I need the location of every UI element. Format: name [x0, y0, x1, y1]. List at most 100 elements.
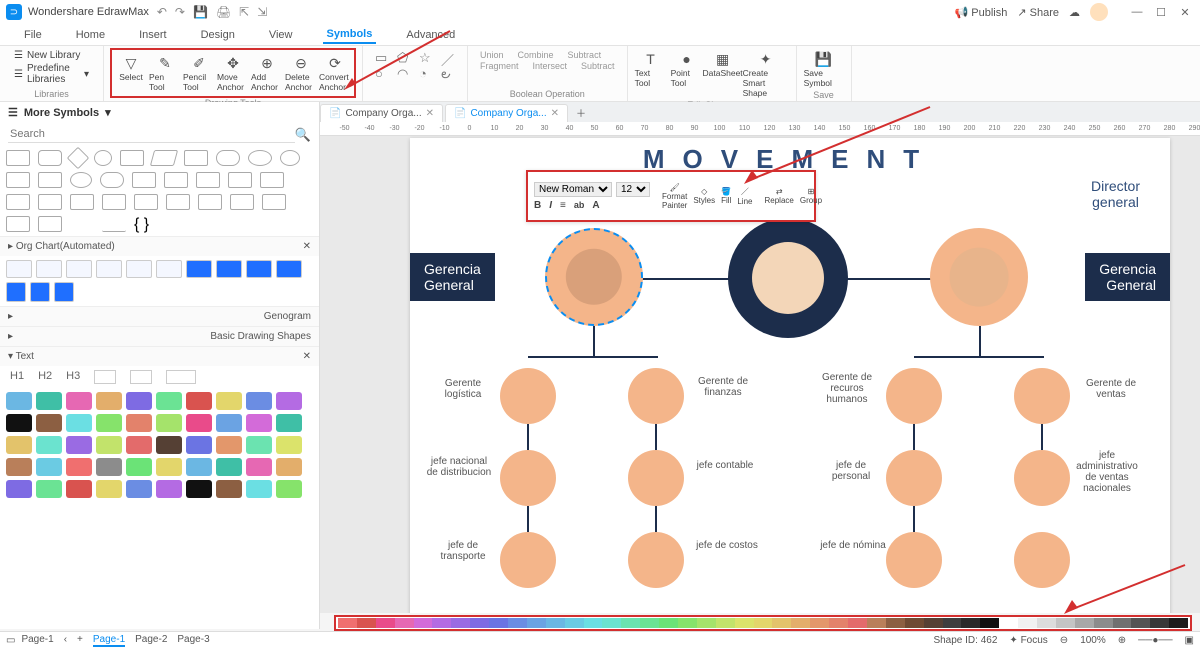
shape-thumb[interactable]: [70, 172, 92, 188]
badge-thumb[interactable]: [216, 414, 242, 432]
status-page-1[interactable]: Page-1: [21, 634, 53, 647]
doc-tab-1[interactable]: 📄 Company Orga... ✕: [320, 104, 443, 122]
close-button[interactable]: ✕: [1176, 6, 1194, 19]
org-thumb[interactable]: [96, 260, 122, 278]
color-swatch[interactable]: [451, 618, 470, 628]
color-swatch[interactable]: [810, 618, 829, 628]
text-tool-button[interactable]: TText Tool: [634, 48, 668, 100]
badge-thumb[interactable]: [186, 436, 212, 454]
org-thumb[interactable]: [126, 260, 152, 278]
shape-thumb[interactable]: [198, 194, 222, 210]
h3-tag[interactable]: H3: [66, 370, 80, 384]
shape-thumb[interactable]: [38, 194, 62, 210]
org-node[interactable]: [1014, 532, 1070, 588]
badge-thumb[interactable]: [36, 480, 62, 498]
color-swatch[interactable]: [716, 618, 735, 628]
badge-thumb[interactable]: [96, 480, 122, 498]
search-icon[interactable]: 🔍: [295, 127, 311, 143]
page-tab-1[interactable]: Page-1: [93, 634, 125, 647]
shape-pentagon-icon[interactable]: ⬠: [397, 50, 411, 64]
save-symbol-button[interactable]: 💾Save Symbol: [803, 48, 845, 90]
shape-thumb[interactable]: [164, 172, 188, 188]
org-node[interactable]: [1014, 368, 1070, 424]
shape-thumb[interactable]: [6, 150, 30, 166]
badge-thumb[interactable]: [96, 458, 122, 476]
color-swatch[interactable]: [659, 618, 678, 628]
format-painter-button[interactable]: 🖌Format Painter: [662, 183, 687, 210]
share-qa-icon[interactable]: ⇲: [257, 5, 267, 19]
italic-button[interactable]: I: [549, 200, 552, 211]
shape-thumb[interactable]: [216, 150, 240, 166]
badge-thumb[interactable]: [96, 414, 122, 432]
color-swatch[interactable]: [829, 618, 848, 628]
focus-toggle[interactable]: ✦ Focus: [1009, 635, 1047, 646]
color-swatch[interactable]: [565, 618, 584, 628]
badge-thumb[interactable]: [276, 414, 302, 432]
badge-thumb[interactable]: [66, 436, 92, 454]
badge-thumb[interactable]: [276, 458, 302, 476]
org-node-director[interactable]: [728, 218, 848, 338]
color-swatch[interactable]: [772, 618, 791, 628]
color-swatch[interactable]: [754, 618, 773, 628]
shape-circle-icon[interactable]: ○: [375, 66, 389, 80]
more-symbols-header[interactable]: ☰ More Symbols ▾: [0, 102, 319, 123]
badge-thumb[interactable]: [126, 392, 152, 410]
shape-pie-icon[interactable]: ◔: [419, 66, 433, 80]
badge-thumb[interactable]: [186, 392, 212, 410]
badge-thumb[interactable]: [216, 480, 242, 498]
replace-button[interactable]: ⇄Replace: [764, 187, 793, 205]
textcase-button[interactable]: ab: [574, 200, 585, 211]
shape-thumb[interactable]: [280, 150, 300, 166]
redo-icon[interactable]: ↷: [175, 5, 185, 19]
badge-thumb[interactable]: [246, 392, 272, 410]
status-prev-page[interactable]: ‹: [64, 634, 67, 647]
badge-thumb[interactable]: [216, 436, 242, 454]
badge-thumb[interactable]: [186, 414, 212, 432]
org-node[interactable]: [886, 368, 942, 424]
fragment-button[interactable]: Fragment: [480, 61, 519, 71]
shape-thumb[interactable]: [6, 194, 30, 210]
badge-thumb[interactable]: [6, 458, 32, 476]
line-button[interactable]: ／Line: [737, 186, 752, 206]
color-swatch[interactable]: [905, 618, 924, 628]
shape-thumb[interactable]: [120, 150, 144, 166]
user-avatar[interactable]: [1090, 3, 1108, 21]
shape-thumb[interactable]: [262, 194, 286, 210]
badge-thumb[interactable]: [246, 458, 272, 476]
badge-thumb[interactable]: [276, 436, 302, 454]
badge-thumb[interactable]: [156, 392, 182, 410]
shape-thumb[interactable]: [70, 216, 94, 232]
shape-rect-icon[interactable]: ▭: [375, 50, 389, 64]
section-basic-shapes[interactable]: ▸ Basic Drawing Shapes: [0, 326, 319, 346]
badge-thumb[interactable]: [156, 458, 182, 476]
shape-thumb[interactable]: [38, 150, 62, 166]
color-swatch[interactable]: [546, 618, 565, 628]
menu-file[interactable]: File: [20, 27, 46, 43]
font-select[interactable]: New Roman: [534, 182, 612, 197]
datasheet-button[interactable]: ▦DataSheet: [706, 48, 740, 100]
badge-thumb[interactable]: [96, 392, 122, 410]
org-node[interactable]: [886, 450, 942, 506]
maximize-button[interactable]: ☐: [1152, 6, 1170, 19]
badge-thumb[interactable]: [36, 436, 62, 454]
smart-shape-button[interactable]: ✦Create Smart Shape: [742, 48, 790, 100]
menu-home[interactable]: Home: [72, 27, 109, 43]
badge-thumb[interactable]: [36, 458, 62, 476]
font-color-button[interactable]: A: [592, 200, 599, 211]
color-swatch[interactable]: [678, 618, 697, 628]
intersect-button[interactable]: Intersect: [533, 61, 568, 71]
shape-thumb[interactable]: [102, 216, 126, 232]
shape-thumb[interactable]: [228, 172, 252, 188]
badge-thumb[interactable]: [96, 436, 122, 454]
color-swatch[interactable]: [395, 618, 414, 628]
badge-thumb[interactable]: [66, 480, 92, 498]
subtract2-button[interactable]: Subtract: [581, 61, 615, 71]
badge-thumb[interactable]: [6, 436, 32, 454]
color-swatch[interactable]: [602, 618, 621, 628]
badge-thumb[interactable]: [216, 458, 242, 476]
new-tab-button[interactable]: ＋: [570, 103, 592, 122]
color-swatch[interactable]: [1169, 618, 1188, 628]
shape-thumb[interactable]: [70, 194, 94, 210]
color-swatch[interactable]: [980, 618, 999, 628]
color-swatch[interactable]: [376, 618, 395, 628]
